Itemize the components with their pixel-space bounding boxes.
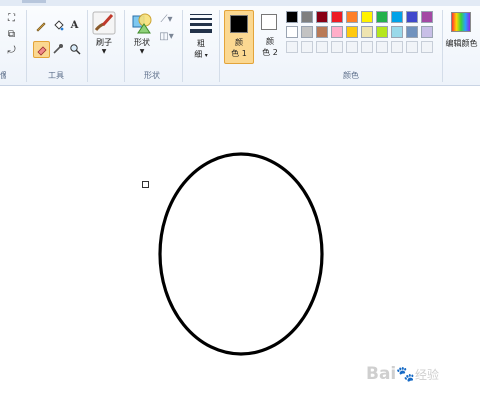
watermark-logo: Bai — [366, 364, 397, 384]
palette-swatch[interactable] — [361, 41, 373, 53]
size-label-line2: 细 ▾ — [194, 50, 208, 59]
palette-swatch[interactable] — [331, 41, 343, 53]
separator — [219, 10, 220, 82]
palette-swatch[interactable] — [316, 11, 328, 23]
palette-swatch[interactable] — [376, 26, 388, 38]
fill-icon[interactable] — [50, 18, 65, 33]
shapes-label: 形状 — [134, 38, 150, 47]
colors-group-label: 颜色 — [343, 71, 359, 80]
paw-icon: 🐾 — [396, 365, 415, 383]
palette-swatch[interactable] — [406, 11, 418, 23]
palette-swatch[interactable] — [301, 11, 313, 23]
separator — [87, 10, 88, 82]
magnifier-icon[interactable] — [67, 41, 82, 56]
brushes-button[interactable]: 刷子 ▼ — [92, 11, 116, 59]
shapes-icon — [132, 13, 152, 34]
palette-swatch[interactable] — [346, 11, 358, 23]
shapes-button[interactable]: 形状 ▼ — [130, 11, 154, 59]
palette-swatch[interactable] — [301, 41, 313, 53]
color-palette — [286, 11, 440, 59]
pencil-icon[interactable] — [33, 18, 48, 33]
watermark-text: 经验 — [414, 368, 439, 382]
eraser-icon[interactable] — [33, 41, 50, 58]
palette-swatch[interactable] — [346, 26, 358, 38]
chevron-down-icon: ▼ — [139, 48, 145, 55]
brushes-label: 刷子 — [96, 38, 112, 47]
color1-label-line2: 色 1 — [231, 49, 247, 58]
palette-swatch[interactable] — [406, 26, 418, 38]
edit-colors-button[interactable]: 编辑颜色 — [443, 11, 480, 59]
brush-icon — [92, 11, 116, 35]
chevron-down-icon: ▼ — [101, 48, 107, 55]
ribbon-tab-strip — [0, 0, 480, 6]
separator — [124, 10, 125, 82]
fill-style-icon[interactable]: ◫▾ — [159, 29, 174, 44]
image-group-label-fragment: 像 — [0, 71, 6, 80]
text-icon[interactable]: A — [67, 18, 82, 33]
palette-swatch[interactable] — [286, 11, 298, 23]
color1-label-line1: 颜 — [235, 38, 243, 47]
palette-swatch[interactable] — [421, 41, 433, 53]
color2-button[interactable]: 颜 色 2 — [257, 10, 283, 64]
palette-swatch[interactable] — [286, 41, 298, 53]
palette-swatch[interactable] — [316, 41, 328, 53]
rotate-icon[interactable]: ⤾ — [4, 43, 19, 58]
palette-swatch[interactable] — [421, 26, 433, 38]
palette-swatch[interactable] — [331, 11, 343, 23]
shapes-group-label: 形状 — [144, 71, 160, 80]
palette-swatch[interactable] — [331, 26, 343, 38]
separator — [26, 10, 27, 82]
edit-colors-label: 编辑颜色 — [445, 39, 478, 48]
watermark: Bai🐾经验 — [366, 364, 439, 384]
color2-label-line1: 颜 — [266, 37, 274, 46]
palette-swatch[interactable] — [376, 11, 388, 23]
ribbon: ⛶ ⧉ ⤾ 像 A 工具 刷子 ▼ 形状 ▼ ⟋▾ ◫▾ 形状 粗 细 ▾ 颜 … — [0, 0, 480, 86]
select-icon[interactable]: ⛶ — [4, 11, 19, 26]
color1-swatch — [230, 15, 248, 33]
color2-swatch — [261, 14, 277, 30]
color1-button[interactable]: 颜 色 1 — [224, 10, 254, 64]
size-lines-icon — [190, 14, 212, 33]
palette-swatch[interactable] — [406, 41, 418, 53]
rainbow-icon — [451, 12, 471, 32]
palette-swatch[interactable] — [286, 26, 298, 38]
palette-swatch[interactable] — [391, 11, 403, 23]
palette-swatch[interactable] — [361, 26, 373, 38]
crop-icon[interactable]: ⧉ — [4, 27, 19, 42]
separator — [182, 10, 183, 82]
tools-group-label: 工具 — [48, 71, 64, 80]
outline-icon[interactable]: ⟋▾ — [159, 12, 174, 27]
ellipse-shape — [158, 152, 324, 356]
drawing-canvas[interactable]: Bai🐾经验 — [0, 86, 480, 410]
size-button[interactable]: 粗 细 ▾ — [188, 12, 214, 62]
color-picker-icon[interactable] — [50, 41, 65, 56]
palette-swatch[interactable] — [346, 41, 358, 53]
size-label-line1: 粗 — [197, 39, 205, 48]
palette-swatch[interactable] — [376, 41, 388, 53]
palette-swatch[interactable] — [316, 26, 328, 38]
palette-swatch[interactable] — [391, 26, 403, 38]
palette-swatch[interactable] — [361, 11, 373, 23]
palette-swatch[interactable] — [391, 41, 403, 53]
color2-label-line2: 色 2 — [262, 48, 278, 57]
palette-swatch[interactable] — [301, 26, 313, 38]
palette-swatch[interactable] — [421, 11, 433, 23]
